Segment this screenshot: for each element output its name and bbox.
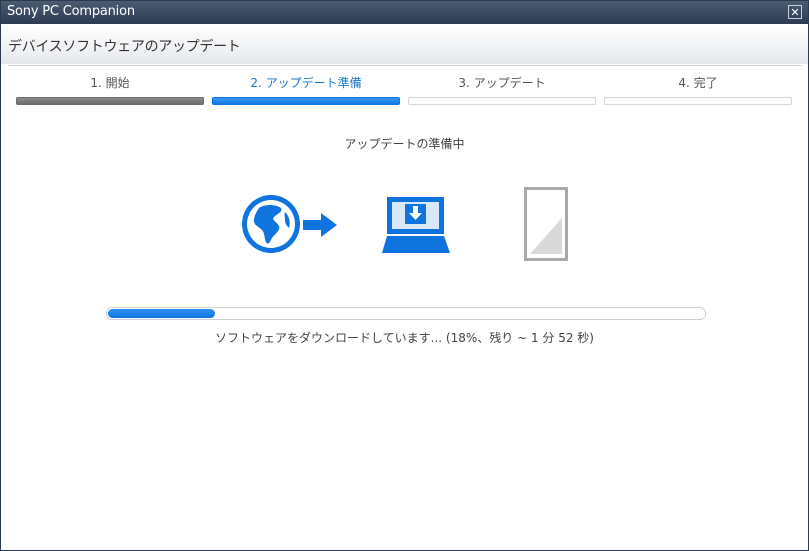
step-3-label: 3. アップデート: [458, 76, 546, 90]
status-text: アップデートの準備中: [344, 137, 465, 151]
laptop-download-icon: [382, 197, 450, 253]
phone-icon: [524, 187, 568, 261]
step-2-bar: [212, 97, 400, 105]
step-1-bar: [16, 97, 204, 105]
close-button[interactable]: ✕: [788, 5, 802, 19]
page-title: デバイスソフトウェアのアップデート: [8, 39, 241, 55]
page-header: デバイスソフトウェアのアップデート: [1, 24, 808, 64]
download-progress-bar: [106, 307, 706, 320]
close-icon: ✕: [790, 6, 800, 19]
title-bar: Sony PC Companion ✕: [1, 1, 808, 24]
step-4-bar: [604, 97, 792, 105]
globe-icon: [242, 195, 300, 253]
arrow-right-icon: [303, 213, 337, 237]
step-2-label: 2. アップデート準備: [250, 76, 362, 90]
progress-fill: [108, 309, 215, 318]
header-divider: [8, 65, 802, 66]
app-window: Sony PC Companion ✕ デバイスソフトウェアのアップデート 1.…: [0, 0, 809, 551]
window-title: Sony PC Companion: [7, 4, 135, 19]
step-3-bar: [408, 97, 596, 105]
step-1-label: 1. 開始: [90, 76, 130, 90]
progress-text: ソフトウェアをダウンロードしています... (18%、残り ~ 1 分 52 秒…: [215, 331, 594, 345]
step-4-label: 4. 完了: [678, 76, 718, 90]
